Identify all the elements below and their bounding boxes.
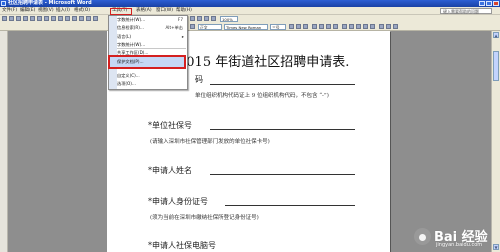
menu-icon-gutter (109, 16, 117, 89)
toolbar: 100% 正文 Times New Roman 三号 (0, 15, 500, 31)
word-app-icon (1, 1, 6, 6)
baidu-paw-inner-icon (419, 234, 426, 241)
submenu-arrow-icon: ▸ (181, 34, 184, 39)
social-security-input-line[interactable] (210, 129, 355, 130)
maximize-button[interactable] (486, 1, 492, 6)
numbering-icon[interactable] (349, 24, 354, 29)
tools-menu-highlight (110, 8, 132, 15)
window-title: 社区招聘申请表 - Microsoft Word (8, 0, 92, 6)
field-label-applicant-ss-computer-no: *申请人社保电脑号 (148, 241, 216, 250)
menu-view[interactable]: 视图(V) (38, 8, 54, 14)
tools-menu-item-1-label: 字数统计(W)... (117, 17, 146, 22)
research-icon[interactable] (51, 16, 56, 21)
font-color-icon[interactable] (393, 24, 398, 29)
tools-menu-item-2-label: 信息检索(R)... (117, 25, 144, 30)
format-painter-icon[interactable] (79, 16, 84, 21)
scrollbar-thumb[interactable] (493, 51, 499, 81)
menu-format[interactable]: 格式(O) (74, 8, 90, 14)
tools-menu-item-4[interactable]: 字数统计(W)... (117, 41, 186, 48)
show-hide-icon[interactable] (211, 16, 216, 21)
undo-icon[interactable] (86, 16, 91, 21)
paste-icon[interactable] (72, 16, 77, 21)
table-icon[interactable] (190, 16, 195, 21)
bullets-icon[interactable] (356, 24, 361, 29)
print-icon[interactable] (30, 16, 35, 21)
bold-icon[interactable] (289, 24, 294, 29)
formatting-toolbar: 正文 Times New Roman 三号 (0, 23, 500, 31)
tools-menu-item-2[interactable]: 信息检索(R)... Alt+单击 (117, 24, 186, 31)
align-right-icon[interactable] (326, 24, 331, 29)
watermark-url: jingyan.baidu.com (436, 242, 483, 248)
border-icon[interactable] (379, 24, 384, 29)
menu-edit[interactable]: 编辑(E) (20, 8, 35, 14)
tools-menu-item-language-label: 语言(L) (117, 34, 131, 39)
tools-menu-item-language[interactable]: 语言(L) ▸ (117, 33, 186, 40)
field-note-org-code: 单位组织机构代码证上 9 位组织机构代码，不包含 “-”) (195, 93, 329, 99)
scroll-up-icon[interactable]: ▲ (493, 32, 499, 38)
field-note-applicant-id: (须为当前在深圳市缴纳社保所登记身份证号) (150, 215, 259, 221)
baidu-jingyan-watermark: Bai 经验 jingyan.baidu.com (412, 222, 500, 252)
field-label-org-code: 码 (195, 75, 203, 84)
help-search-input[interactable]: 键入需要帮助的问题 (440, 8, 492, 14)
tools-menu-item-2-shortcut: Alt+单击 (165, 25, 183, 30)
protect-document-highlight-box (108, 55, 186, 69)
tools-menu-item-customize-label: 自定义(C)... (117, 73, 140, 78)
drawing-icon[interactable] (204, 16, 209, 21)
field-note-social-security-no: (请输入深圳市社保管理部门发放的单位社保卡号) (150, 139, 270, 145)
tools-menu-item-1-shortcut: F7 (177, 17, 183, 22)
document-title: 2015 年街道社区招聘申请表. (178, 55, 350, 70)
close-button[interactable] (493, 1, 499, 6)
open-icon[interactable] (9, 16, 14, 21)
cut-icon[interactable] (58, 16, 63, 21)
redo-icon[interactable] (93, 16, 98, 21)
menu-insert[interactable]: 插入(I) (56, 8, 70, 14)
menu-table[interactable]: 表格(A) (136, 8, 152, 14)
menu-window[interactable]: 窗口(W) (156, 8, 173, 14)
vertical-scrollbar[interactable]: ▲ ▼ (491, 31, 500, 252)
field-label-applicant-id: *申请人身份证号 (148, 197, 208, 206)
font-size-select[interactable]: 三号 (270, 24, 286, 30)
justify-icon[interactable] (333, 24, 338, 29)
print-preview-icon[interactable] (37, 16, 42, 21)
style-select[interactable]: 正文 (198, 24, 222, 30)
permission-icon[interactable] (23, 16, 28, 21)
copy-icon[interactable] (65, 16, 70, 21)
field-label-social-security-no: *单位社保号 (148, 121, 192, 130)
highlight-icon[interactable] (386, 24, 391, 29)
window-titlebar: 社区招聘申请表 - Microsoft Word (0, 0, 500, 7)
zoom-select[interactable]: 100% (220, 16, 238, 22)
align-center-icon[interactable] (319, 24, 324, 29)
menu-bar: 文件(F) 编辑(E) 视图(V) 插入(I) 格式(O) 工具(T) 表格(A… (0, 7, 500, 15)
decrease-indent-icon[interactable] (363, 24, 368, 29)
align-left-icon[interactable] (312, 24, 317, 29)
increase-indent-icon[interactable] (370, 24, 375, 29)
tools-menu-item-options-label: 选项(O)... (117, 81, 136, 86)
font-select[interactable]: Times New Roman (224, 24, 268, 30)
tools-menu-item-customize[interactable]: 自定义(C)... (117, 72, 186, 79)
save-icon[interactable] (16, 16, 21, 21)
italic-icon[interactable] (296, 24, 301, 29)
menu-file[interactable]: 文件(F) (2, 8, 17, 14)
vertical-ruler (0, 31, 8, 252)
tools-menu-item-options[interactable]: 选项(O)... (117, 80, 186, 87)
line-spacing-icon[interactable] (342, 24, 347, 29)
tools-menu-item-1[interactable]: 字数统计(W)... F7 (117, 16, 186, 23)
minimize-button[interactable] (479, 1, 485, 6)
org-code-input-line[interactable] (210, 84, 355, 85)
styles-icon[interactable] (190, 24, 195, 29)
applicant-name-input-line[interactable] (210, 174, 355, 175)
field-label-applicant-name: *申请人姓名 (148, 166, 192, 175)
standard-toolbar: 100% (0, 15, 500, 23)
spelling-icon[interactable] (44, 16, 49, 21)
applicant-id-input-line[interactable] (225, 205, 355, 206)
menu-help[interactable]: 帮助(H) (176, 8, 192, 14)
tools-menu-item-4-label: 字数统计(W)... (117, 42, 146, 47)
underline-icon[interactable] (303, 24, 308, 29)
columns-icon[interactable] (197, 16, 202, 21)
new-document-icon[interactable] (2, 16, 7, 21)
